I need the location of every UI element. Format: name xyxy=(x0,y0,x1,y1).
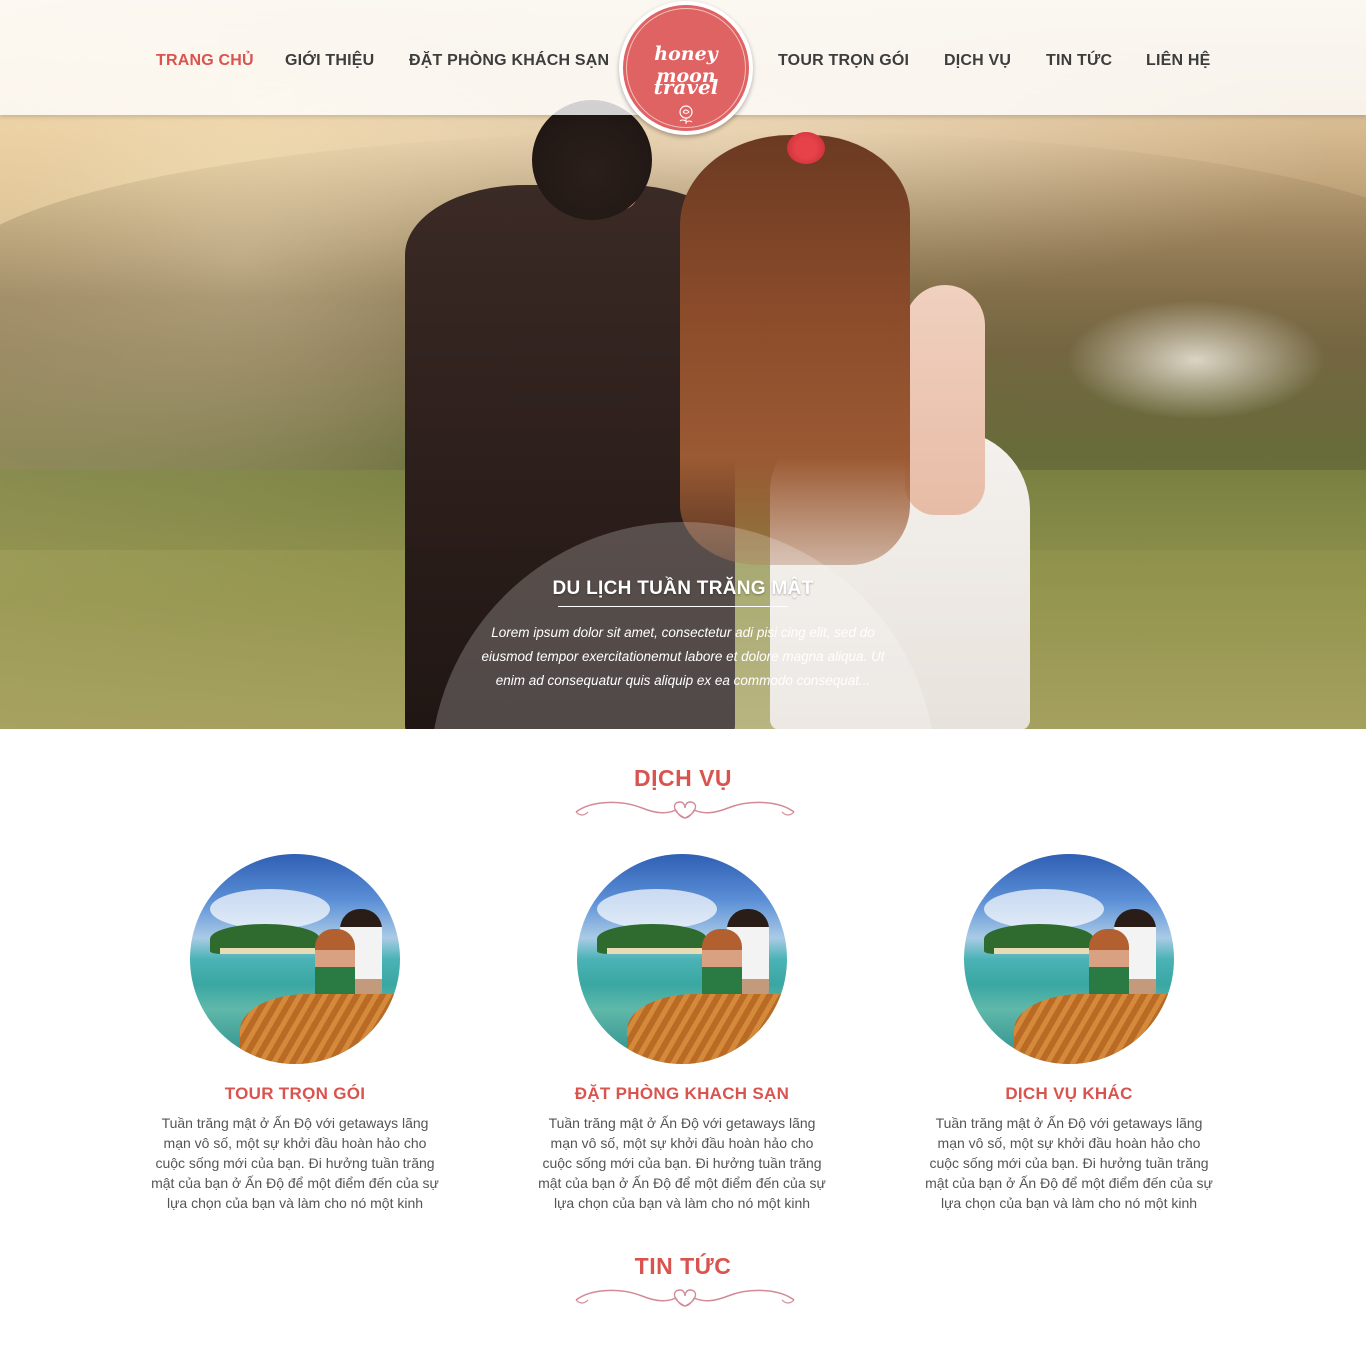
service-card-text: Tuần trăng mật ở Ấn Độ với getaways lãng… xyxy=(925,1115,1213,1211)
services-section-title: DỊCH VỤ xyxy=(633,765,733,791)
hero-mist xyxy=(1066,300,1326,420)
service-photo-couple-boat xyxy=(577,854,787,1064)
photo-beach xyxy=(994,948,1104,954)
nav-item-about[interactable]: GIỚI THIỆU xyxy=(285,52,374,70)
hero-title-underline xyxy=(558,606,788,607)
hero-bride-hair xyxy=(680,135,910,565)
photo-boat-deck xyxy=(1014,994,1174,1064)
nav-item-news[interactable]: TIN TỨC xyxy=(1046,52,1112,70)
nav-item-hotel-booking[interactable]: ĐẶT PHÒNG KHÁCH SẠN xyxy=(409,52,609,70)
service-photo-couple-boat xyxy=(190,854,400,1064)
hero-bride-arm xyxy=(905,285,985,515)
photo-beach xyxy=(220,948,330,954)
nav-item-contact[interactable]: LIÊN HỆ xyxy=(1146,52,1211,70)
hero-groom-head xyxy=(532,100,652,220)
photo-beach xyxy=(607,948,717,954)
photo-boat-deck xyxy=(627,994,787,1064)
nav-item-home[interactable]: TRANG CHỦ xyxy=(156,52,254,70)
service-card-title[interactable]: ĐẶT PHÒNG KHACH SẠN xyxy=(532,1084,832,1104)
hero-title: DU LỊCH TUẦN TRĂNG MẬT xyxy=(552,578,814,599)
hero-description: Lorem ipsum dolor sit amet, consectetur … xyxy=(481,625,885,688)
logo-text-line2: travel xyxy=(653,75,719,99)
service-card-text: Tuần trăng mật ở Ấn Độ với getaways lãng… xyxy=(538,1115,826,1211)
site-logo[interactable]: honey moon travel xyxy=(619,1,753,135)
nav-item-services[interactable]: DỊCH VỤ xyxy=(944,52,1011,70)
nav-item-package-tour[interactable]: TOUR TRỌN GÓI xyxy=(778,52,909,70)
news-section-title: TIN TỨC xyxy=(634,1253,732,1279)
service-card-title[interactable]: DỊCH VỤ KHÁC xyxy=(919,1084,1219,1104)
photo-cloud xyxy=(210,889,330,929)
flourish-divider-icon xyxy=(575,1289,795,1307)
photo-cloud xyxy=(984,889,1104,929)
service-card-text: Tuần trăng mật ở Ấn Độ với getaways lãng… xyxy=(151,1115,439,1211)
rose-icon xyxy=(679,105,693,124)
photo-boat-deck xyxy=(240,994,400,1064)
hero-hair-flower xyxy=(787,132,825,164)
photo-cloud xyxy=(597,889,717,929)
service-card-title[interactable]: TOUR TRỌN GÓI xyxy=(145,1084,445,1104)
flourish-divider-icon xyxy=(575,801,795,819)
service-photo-couple-boat xyxy=(964,854,1174,1064)
